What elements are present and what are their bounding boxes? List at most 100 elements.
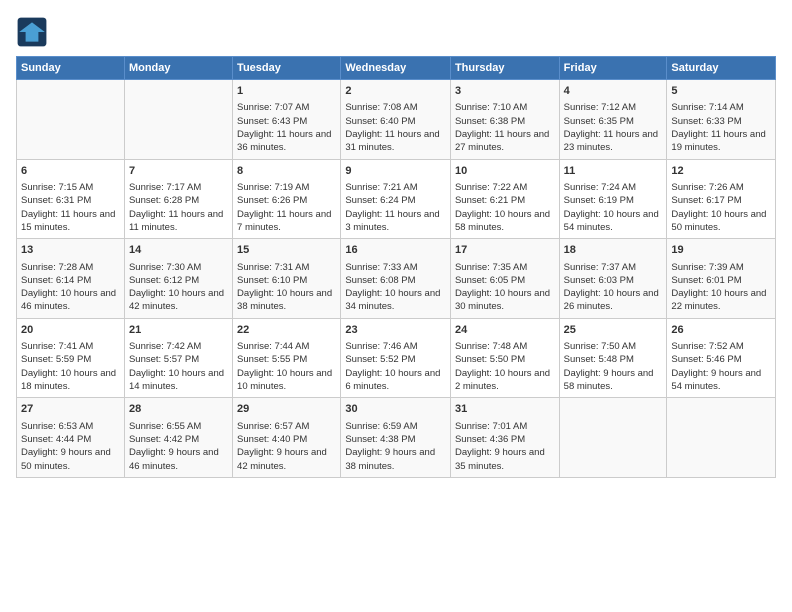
day-number: 3 (455, 84, 555, 99)
day-info: Sunrise: 7:24 AM Sunset: 6:19 PM Dayligh… (564, 181, 663, 234)
day-info: Sunrise: 7:28 AM Sunset: 6:14 PM Dayligh… (21, 261, 120, 314)
calendar-cell: 26Sunrise: 7:52 AM Sunset: 5:46 PM Dayli… (667, 318, 776, 398)
day-info: Sunrise: 6:59 AM Sunset: 4:38 PM Dayligh… (345, 420, 446, 473)
calendar-table: SundayMondayTuesdayWednesdayThursdayFrid… (16, 56, 776, 478)
calendar-cell: 7 Sunrise: 7:17 AM Sunset: 6:28 PM Daylig… (124, 159, 232, 239)
day-number: 16 (345, 243, 446, 258)
logo (16, 16, 52, 48)
day-number: 22 (237, 323, 336, 338)
calendar-cell: 14 Sunrise: 7:30 AM Sunset: 6:12 PM Dayli… (124, 239, 232, 319)
calendar-cell: 1 Sunrise: 7:07 AM Sunset: 6:43 PM Daylig… (233, 80, 341, 160)
day-number: 14 (129, 243, 228, 258)
day-info: Sunrise: 7:30 AM Sunset: 6:12 PM Dayligh… (129, 261, 228, 314)
calendar-cell: 12 Sunrise: 7:26 AM Sunset: 6:17 PM Dayli… (667, 159, 776, 239)
day-info: Sunrise: 7:37 AM Sunset: 6:03 PM Dayligh… (564, 261, 663, 314)
calendar-body: 1 Sunrise: 7:07 AM Sunset: 6:43 PM Daylig… (17, 80, 776, 478)
calendar-cell: 31Sunrise: 7:01 AM Sunset: 4:36 PM Dayli… (450, 398, 559, 478)
day-number: 26 (671, 323, 771, 338)
day-info: Sunrise: 7:17 AM Sunset: 6:28 PM Dayligh… (129, 181, 228, 234)
header-cell-wednesday: Wednesday (341, 57, 451, 80)
day-info: Sunrise: 7:39 AM Sunset: 6:01 PM Dayligh… (671, 261, 771, 314)
day-number: 27 (21, 402, 120, 417)
day-number: 4 (564, 84, 663, 99)
calendar-cell: 20 Sunrise: 7:41 AM Sunset: 5:59 PM Dayli… (17, 318, 125, 398)
day-number: 29 (237, 402, 336, 417)
calendar-cell: 8Sunrise: 7:19 AM Sunset: 6:26 PM Daylig… (233, 159, 341, 239)
day-info: Sunrise: 7:15 AM Sunset: 6:31 PM Dayligh… (21, 181, 120, 234)
calendar-cell: 5 Sunrise: 7:14 AM Sunset: 6:33 PM Daylig… (667, 80, 776, 160)
calendar-cell: 15 Sunrise: 7:31 AM Sunset: 6:10 PM Dayli… (233, 239, 341, 319)
day-number: 1 (237, 84, 336, 99)
calendar-cell: 16 Sunrise: 7:33 AM Sunset: 6:08 PM Dayli… (341, 239, 451, 319)
calendar-cell: 13Sunrise: 7:28 AM Sunset: 6:14 PM Dayli… (17, 239, 125, 319)
day-info: Sunrise: 7:21 AM Sunset: 6:24 PM Dayligh… (345, 181, 446, 234)
day-number: 2 (345, 84, 446, 99)
day-number: 25 (564, 323, 663, 338)
calendar-cell: 24Sunrise: 7:48 AM Sunset: 5:50 PM Dayli… (450, 318, 559, 398)
day-number: 17 (455, 243, 555, 258)
calendar-week-5: 27 Sunrise: 6:53 AM Sunset: 4:44 PM Dayli… (17, 398, 776, 478)
day-number: 30 (345, 402, 446, 417)
day-info: Sunrise: 7:42 AM Sunset: 5:57 PM Dayligh… (129, 340, 228, 393)
day-info: Sunrise: 7:48 AM Sunset: 5:50 PM Dayligh… (455, 340, 555, 393)
day-info: Sunrise: 7:41 AM Sunset: 5:59 PM Dayligh… (21, 340, 120, 393)
header-cell-sunday: Sunday (17, 57, 125, 80)
day-number: 5 (671, 84, 771, 99)
day-number: 7 (129, 164, 228, 179)
day-number: 12 (671, 164, 771, 179)
day-info: Sunrise: 6:57 AM Sunset: 4:40 PM Dayligh… (237, 420, 336, 473)
calendar-week-2: 6 Sunrise: 7:15 AM Sunset: 6:31 PM Daylig… (17, 159, 776, 239)
day-info: Sunrise: 7:10 AM Sunset: 6:38 PM Dayligh… (455, 101, 555, 154)
day-info: Sunrise: 7:31 AM Sunset: 6:10 PM Dayligh… (237, 261, 336, 314)
calendar-cell: 27 Sunrise: 6:53 AM Sunset: 4:44 PM Dayli… (17, 398, 125, 478)
calendar-week-4: 20 Sunrise: 7:41 AM Sunset: 5:59 PM Dayli… (17, 318, 776, 398)
day-info: Sunrise: 7:33 AM Sunset: 6:08 PM Dayligh… (345, 261, 446, 314)
calendar-cell (667, 398, 776, 478)
calendar-cell: 21 Sunrise: 7:42 AM Sunset: 5:57 PM Dayli… (124, 318, 232, 398)
calendar-cell: 22 Sunrise: 7:44 AM Sunset: 5:55 PM Dayli… (233, 318, 341, 398)
day-info: Sunrise: 7:19 AM Sunset: 6:26 PM Dayligh… (237, 181, 336, 234)
calendar-cell: 29 Sunrise: 6:57 AM Sunset: 4:40 PM Dayli… (233, 398, 341, 478)
calendar-cell: 25Sunrise: 7:50 AM Sunset: 5:48 PM Dayli… (559, 318, 667, 398)
day-info: Sunrise: 7:46 AM Sunset: 5:52 PM Dayligh… (345, 340, 446, 393)
day-number: 6 (21, 164, 120, 179)
calendar-week-3: 13Sunrise: 7:28 AM Sunset: 6:14 PM Dayli… (17, 239, 776, 319)
day-info: Sunrise: 7:07 AM Sunset: 6:43 PM Dayligh… (237, 101, 336, 154)
calendar-cell (559, 398, 667, 478)
calendar-cell: 4 Sunrise: 7:12 AM Sunset: 6:35 PM Daylig… (559, 80, 667, 160)
header-cell-tuesday: Tuesday (233, 57, 341, 80)
header-cell-friday: Friday (559, 57, 667, 80)
day-info: Sunrise: 7:44 AM Sunset: 5:55 PM Dayligh… (237, 340, 336, 393)
day-info: Sunrise: 7:26 AM Sunset: 6:17 PM Dayligh… (671, 181, 771, 234)
calendar-cell (17, 80, 125, 160)
day-number: 23 (345, 323, 446, 338)
calendar-cell: 17 Sunrise: 7:35 AM Sunset: 6:05 PM Dayli… (450, 239, 559, 319)
calendar-header: SundayMondayTuesdayWednesdayThursdayFrid… (17, 57, 776, 80)
day-info: Sunrise: 7:14 AM Sunset: 6:33 PM Dayligh… (671, 101, 771, 154)
day-number: 20 (21, 323, 120, 338)
day-info: Sunrise: 6:53 AM Sunset: 4:44 PM Dayligh… (21, 420, 120, 473)
header-row: SundayMondayTuesdayWednesdayThursdayFrid… (17, 57, 776, 80)
calendar-cell: 9 Sunrise: 7:21 AM Sunset: 6:24 PM Daylig… (341, 159, 451, 239)
day-info: Sunrise: 7:35 AM Sunset: 6:05 PM Dayligh… (455, 261, 555, 314)
calendar-cell: 2Sunrise: 7:08 AM Sunset: 6:40 PM Daylig… (341, 80, 451, 160)
day-number: 21 (129, 323, 228, 338)
calendar-cell: 19 Sunrise: 7:39 AM Sunset: 6:01 PM Dayli… (667, 239, 776, 319)
calendar-cell: 23 Sunrise: 7:46 AM Sunset: 5:52 PM Dayli… (341, 318, 451, 398)
day-info: Sunrise: 7:22 AM Sunset: 6:21 PM Dayligh… (455, 181, 555, 234)
calendar-cell: 28Sunrise: 6:55 AM Sunset: 4:42 PM Dayli… (124, 398, 232, 478)
day-info: Sunrise: 7:12 AM Sunset: 6:35 PM Dayligh… (564, 101, 663, 154)
day-number: 9 (345, 164, 446, 179)
calendar-cell (124, 80, 232, 160)
day-number: 31 (455, 402, 555, 417)
day-number: 18 (564, 243, 663, 258)
calendar-cell: 11 Sunrise: 7:24 AM Sunset: 6:19 PM Dayli… (559, 159, 667, 239)
calendar-cell: 18 Sunrise: 7:37 AM Sunset: 6:03 PM Dayli… (559, 239, 667, 319)
day-number: 11 (564, 164, 663, 179)
logo-icon (16, 16, 48, 48)
day-number: 19 (671, 243, 771, 258)
calendar-week-1: 1 Sunrise: 7:07 AM Sunset: 6:43 PM Daylig… (17, 80, 776, 160)
day-number: 15 (237, 243, 336, 258)
calendar-cell: 3 Sunrise: 7:10 AM Sunset: 6:38 PM Daylig… (450, 80, 559, 160)
page-header (16, 16, 776, 48)
